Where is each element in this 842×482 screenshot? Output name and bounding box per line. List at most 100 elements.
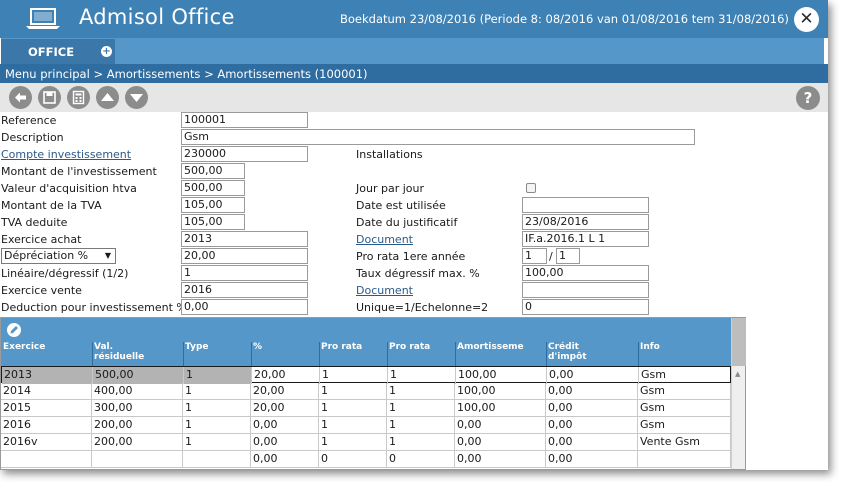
column-header-info[interactable]: Info [640,342,720,352]
cell-percent[interactable]: 0,00 [251,451,319,468]
cell-pro-rata[interactable]: 1 [320,367,388,384]
cell-credit-impot[interactable]: 0,00 [546,434,638,451]
cell-credit-impot[interactable]: 0,00 [546,451,638,468]
pro-rata-numerator-field[interactable]: 1 [522,248,547,264]
table-row[interactable]: 2014 400,00 1 20,00 1 1 100,00 0,00 Gsm [1,383,731,400]
cell-type[interactable]: 1 [183,434,251,451]
depreciation-field[interactable]: 20,00 [181,248,308,264]
column-header-percent[interactable]: % [253,342,313,352]
cell-exercice[interactable]: 2013 [2,367,93,384]
compte-field[interactable]: 230000 [181,146,308,162]
compte-investissement-link[interactable]: Compte investissement [1,148,131,161]
cell-amortissement[interactable]: 0,00 [455,451,546,468]
cell-info[interactable]: Gsm [639,367,732,384]
column-header-exercice[interactable]: Exercice [3,342,89,352]
tab-office[interactable]: OFFICE + [1,39,115,64]
cell-pro-rata-2[interactable]: 1 [387,383,455,400]
cell-info[interactable]: Gsm [638,417,731,434]
cell-type[interactable]: 1 [183,400,251,417]
document-link[interactable]: Document [356,233,413,246]
depreciation-select[interactable]: Dépréciation % ▼ [1,248,116,264]
cell-percent[interactable]: 0,00 [251,434,319,451]
column-header-type[interactable]: Type [185,342,245,352]
close-button[interactable]: ✕ [794,7,819,32]
edit-button[interactable] [7,323,21,337]
up-button[interactable] [96,86,119,109]
grid-scrollbar[interactable]: ▲ [731,318,746,469]
valeur-acquisition-field[interactable]: 500,00 [181,180,245,196]
cell-credit-impot[interactable]: 0,00 [546,400,638,417]
tva-deduite-field[interactable]: 105,00 [181,214,245,230]
cell-val-residuelle[interactable]: 400,00 [92,383,183,400]
cell-type[interactable]: 1 [183,383,251,400]
cell-info[interactable]: Vente Gsm [638,434,731,451]
exercice-vente-field[interactable]: 2016 [181,282,308,298]
down-button[interactable] [125,86,148,109]
cell-exercice[interactable]: 2015 [1,400,92,417]
save-button[interactable] [38,86,61,109]
cell-val-residuelle[interactable]: 200,00 [92,434,183,451]
cell-pro-rata[interactable]: 1 [319,417,387,434]
cell-percent[interactable]: 20,00 [252,367,320,384]
scroll-up-icon[interactable]: ▲ [735,370,740,378]
reference-field[interactable]: 100001 [181,112,308,128]
cell-type[interactable]: 1 [184,367,252,384]
exercice-achat-field[interactable]: 2013 [181,231,308,247]
cell-info[interactable]: Gsm [638,383,731,400]
cell-amortissement[interactable]: 100,00 [456,367,547,384]
cell-pro-rata[interactable]: 1 [319,383,387,400]
breadcrumb[interactable]: Menu principal > Amortissements > Amorti… [5,67,368,81]
cell-amortissement[interactable]: 100,00 [455,383,546,400]
cell-exercice[interactable]: 2014 [1,383,92,400]
column-header-amortissement[interactable]: Amortisseme [457,342,543,352]
taux-degressif-field[interactable]: 100,00 [522,265,649,281]
cell-pro-rata[interactable]: 1 [319,400,387,417]
cell-val-residuelle[interactable] [92,451,183,468]
cell-exercice[interactable]: 2016 [1,417,92,434]
jour-par-jour-checkbox[interactable] [526,183,536,193]
table-row[interactable]: 2013 500,00 1 20,00 1 1 100,00 0,00 Gsm [1,366,732,384]
cell-val-residuelle[interactable]: 300,00 [92,400,183,417]
document-field[interactable]: IF.a.2016.1 L 1 [522,231,649,247]
cell-pro-rata-2[interactable]: 1 [387,400,455,417]
cell-pro-rata[interactable]: 0 [319,451,387,468]
cell-credit-impot[interactable]: 0,00 [546,383,638,400]
montant-investissement-field[interactable]: 500,00 [181,163,245,179]
cell-amortissement[interactable]: 100,00 [455,400,546,417]
back-button[interactable] [9,86,32,109]
cell-info[interactable] [638,451,731,468]
cell-pro-rata-2[interactable]: 1 [387,434,455,451]
montant-tva-field[interactable]: 105,00 [181,197,245,213]
lineaire-field[interactable]: 1 [181,265,308,281]
description-field[interactable]: Gsm [181,129,695,145]
cell-percent[interactable]: 20,00 [251,383,319,400]
date-justificatif-field[interactable]: 23/08/2016 [522,214,649,230]
table-row[interactable]: 2016v 200,00 1 0,00 1 1 0,00 0,00 Vente Gsm [1,434,731,451]
column-header-val-residuelle[interactable]: Val. résiduelle [94,342,164,362]
cell-exercice[interactable] [1,451,92,468]
cell-val-residuelle[interactable]: 200,00 [92,417,183,434]
document-link-2[interactable]: Document [356,284,413,297]
plus-icon[interactable]: + [101,46,112,57]
pro-rata-denominator-field[interactable]: 1 [556,248,580,264]
cell-type[interactable] [183,451,251,468]
date-utilisee-field[interactable] [522,197,649,213]
cell-pro-rata[interactable]: 1 [319,434,387,451]
unique-field[interactable]: 0 [522,299,649,315]
cell-credit-impot[interactable]: 0,00 [546,417,638,434]
cell-credit-impot[interactable]: 0,00 [547,367,639,384]
cell-amortissement[interactable]: 0,00 [455,434,546,451]
cell-pro-rata-2[interactable]: 1 [387,417,455,434]
help-button[interactable]: ? [796,86,820,110]
table-row[interactable]: 0,00 0 0 0,00 0,00 [1,451,731,468]
cell-info[interactable]: Gsm [638,400,731,417]
cell-val-residuelle[interactable]: 500,00 [93,367,184,384]
cell-percent[interactable]: 20,00 [251,400,319,417]
cell-amortissement[interactable]: 0,00 [455,417,546,434]
cell-exercice[interactable]: 2016v [1,434,92,451]
column-header-credit-impot[interactable]: Crédit d'impôt [548,342,618,362]
document-field-2[interactable] [522,282,649,298]
cell-type[interactable]: 1 [183,417,251,434]
cell-pro-rata-2[interactable]: 0 [387,451,455,468]
deduction-field[interactable]: 0,00 [181,299,308,315]
